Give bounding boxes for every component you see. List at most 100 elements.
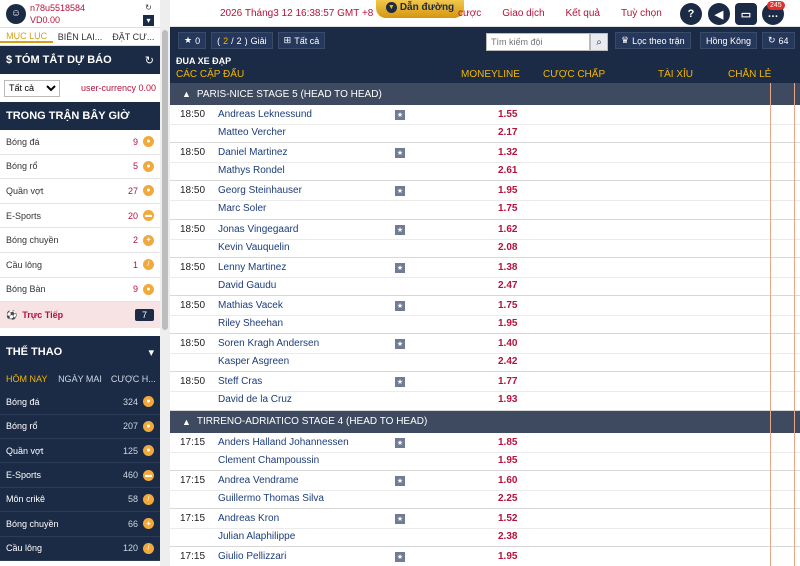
odds-home[interactable]: 1.77 bbox=[498, 376, 517, 387]
sport-item-cricket[interactable]: Môn crikê 58 / bbox=[0, 488, 160, 513]
help-icon[interactable]: ? bbox=[680, 3, 702, 25]
chevron-down-icon[interactable]: ▾ bbox=[143, 14, 154, 26]
sport-item-football[interactable]: Bóng đá 324 ● bbox=[0, 390, 160, 415]
odds-away[interactable]: 1.95 bbox=[498, 318, 517, 329]
odds-home[interactable]: 1.62 bbox=[498, 224, 517, 235]
sidebar-scroll-thumb[interactable] bbox=[162, 30, 168, 330]
live-item-esports[interactable]: E-Sports 20 ▬ bbox=[0, 204, 160, 229]
summary-filter-select[interactable]: Tất cả bbox=[4, 79, 60, 97]
sport-item-badminton[interactable]: Cầu lông 120 / bbox=[0, 537, 160, 561]
live-item-badminton[interactable]: Cầu lông 1 / bbox=[0, 253, 160, 278]
odds-away[interactable]: 2.08 bbox=[498, 242, 517, 253]
favorite-star-icon[interactable]: ★ bbox=[395, 300, 405, 311]
row-divider bbox=[170, 162, 800, 164]
odds-away[interactable]: 1.93 bbox=[498, 394, 517, 405]
tab-menu[interactable]: MỤC LỤC bbox=[0, 31, 54, 43]
row-divider bbox=[170, 353, 800, 355]
row-divider bbox=[170, 124, 800, 125]
live-item-football[interactable]: Bóng đá 9 ● bbox=[0, 130, 160, 155]
odds-away[interactable]: 2.61 bbox=[498, 165, 517, 176]
sport-item-basketball[interactable]: Bóng rổ 207 ● bbox=[0, 415, 160, 439]
tab-parlay[interactable]: CƯỢC H... bbox=[107, 374, 160, 384]
odds-home[interactable]: 1.32 bbox=[498, 147, 517, 158]
select-all-button[interactable]: ⊞ Tất cả bbox=[277, 32, 326, 49]
favorite-star-icon[interactable]: ★ bbox=[395, 110, 405, 120]
sport-item-esports[interactable]: E-Sports 460 ▬ bbox=[0, 463, 160, 488]
favorite-star-icon[interactable]: ★ bbox=[395, 224, 405, 235]
favorites-button[interactable]: ★ 0 bbox=[178, 32, 207, 49]
league-header[interactable]: ▲ TIRRENO-ADRIATICO STAGE 4 (HEAD TO HEA… bbox=[170, 410, 800, 433]
odds-home[interactable]: 1.75 bbox=[498, 300, 517, 311]
odds-table: ▲ PARIS-NICE STAGE 5 (HEAD TO HEAD) 18:5… bbox=[170, 83, 800, 566]
odds-away[interactable]: 1.95 bbox=[498, 455, 517, 466]
tennis-icon: ● bbox=[143, 445, 154, 457]
odds-home[interactable]: 1.95 bbox=[498, 551, 517, 562]
tab-today[interactable]: HÔM NAY bbox=[0, 374, 53, 384]
favorite-star-icon[interactable]: ★ bbox=[395, 186, 405, 197]
live-item-label: E-Sports bbox=[6, 210, 42, 221]
odds-home[interactable]: 1.38 bbox=[498, 262, 517, 273]
guide-button[interactable]: ▼ Dẫn đường bbox=[376, 0, 464, 18]
search-icon[interactable]: ⌕ bbox=[590, 33, 608, 51]
live-streaming-row[interactable]: ⚽ Trực Tiếp 7 bbox=[0, 302, 160, 329]
league-header[interactable]: ▲ PARIS-NICE STAGE 5 (HEAD TO HEAD) bbox=[170, 83, 800, 105]
odds-home[interactable]: 1.40 bbox=[498, 338, 517, 349]
nav-bets[interactable]: cược bbox=[458, 8, 481, 19]
odds-home[interactable]: 1.85 bbox=[498, 437, 517, 448]
favorites-count: 0 bbox=[195, 35, 201, 46]
odds-format-button[interactable]: Hồng Kông bbox=[700, 32, 758, 49]
favorite-star-icon[interactable]: ★ bbox=[395, 437, 405, 448]
odds-home[interactable]: 1.60 bbox=[498, 475, 517, 486]
tab-tomorrow[interactable]: NGÀY MAI bbox=[53, 374, 106, 384]
odds-home[interactable]: 1.55 bbox=[498, 109, 517, 120]
caret-down-icon[interactable]: ▾ bbox=[148, 346, 154, 359]
row-divider bbox=[170, 489, 800, 491]
participant-away: David de la Cruz bbox=[218, 394, 292, 406]
favorite-star-icon[interactable]: ★ bbox=[395, 552, 405, 563]
favorite-star-icon[interactable]: ★ bbox=[395, 513, 405, 524]
nav-options[interactable]: Tuỳ chọn bbox=[621, 8, 662, 19]
nav-transactions[interactable]: Giao dịch bbox=[502, 8, 544, 19]
nav-results[interactable]: Kết quả bbox=[566, 8, 600, 19]
live-item-basketball[interactable]: Bóng rổ 5 ● bbox=[0, 155, 160, 180]
live-item-count: 20 bbox=[127, 210, 138, 221]
refresh-icon[interactable]: ↻ bbox=[145, 54, 154, 67]
favorite-star-icon[interactable]: ★ bbox=[395, 475, 405, 486]
odds-away[interactable]: 2.17 bbox=[498, 127, 517, 138]
match-row: 17:15 Andrea Vendrame Guillermo Thomas S… bbox=[170, 471, 800, 509]
odds-away[interactable]: 2.42 bbox=[498, 356, 517, 367]
odds-format-label: Hồng Kông bbox=[706, 35, 752, 46]
tab-receipts[interactable]: BIÊN LAI... bbox=[53, 32, 106, 42]
page-current: 2 bbox=[223, 35, 229, 46]
odds-away[interactable]: 2.47 bbox=[498, 280, 517, 291]
filter-by-match-button[interactable]: ♛ Lọc theo trận bbox=[615, 32, 691, 49]
refresh-balance-icon[interactable]: ↻ bbox=[143, 2, 154, 13]
user-avatar-icon[interactable]: ☺ bbox=[6, 3, 26, 24]
league-pager-button[interactable]: ( 2 / 2 ) Giải bbox=[211, 32, 273, 49]
odds-away[interactable]: 1.75 bbox=[498, 203, 517, 214]
favorite-star-icon[interactable]: ★ bbox=[395, 377, 405, 388]
tennis-icon: ● bbox=[143, 185, 154, 197]
odds-home[interactable]: 1.95 bbox=[498, 185, 517, 196]
odds-away[interactable]: 2.25 bbox=[498, 493, 517, 504]
odds-home[interactable]: 1.52 bbox=[498, 513, 517, 524]
sidebar-scrollbar[interactable] bbox=[160, 0, 170, 566]
live-item-table-tennis[interactable]: Bóng Bàn 9 ● bbox=[0, 278, 160, 303]
participant-away: Matteo Vercher bbox=[218, 127, 286, 138]
monitor-icon[interactable]: ▭ bbox=[735, 3, 757, 25]
live-item-tennis[interactable]: Quần vợt 27 ● bbox=[0, 179, 160, 204]
refresh-button[interactable]: ↻ 64 bbox=[762, 32, 795, 49]
odds-away[interactable]: 2.38 bbox=[498, 531, 517, 542]
sport-item-volleyball[interactable]: Bóng chuyền 66 ✦ bbox=[0, 512, 160, 537]
live-item-volleyball[interactable]: Bóng chuyền 2 ✦ bbox=[0, 228, 160, 253]
favorite-star-icon[interactable]: ★ bbox=[395, 339, 405, 350]
favorite-star-icon[interactable]: ★ bbox=[395, 262, 405, 273]
favorite-star-icon[interactable]: ★ bbox=[395, 148, 405, 159]
speaker-icon[interactable]: ◀ bbox=[708, 3, 730, 25]
live-item-count: 5 bbox=[132, 161, 138, 172]
pager-close: ) bbox=[244, 35, 248, 46]
sport-item-tennis[interactable]: Quần vợt 125 ● bbox=[0, 439, 160, 464]
sport-item-label: E-Sports bbox=[6, 470, 42, 481]
tab-bets[interactable]: ĐẶT CƯ... bbox=[107, 32, 160, 42]
team-search-input[interactable] bbox=[486, 33, 590, 51]
